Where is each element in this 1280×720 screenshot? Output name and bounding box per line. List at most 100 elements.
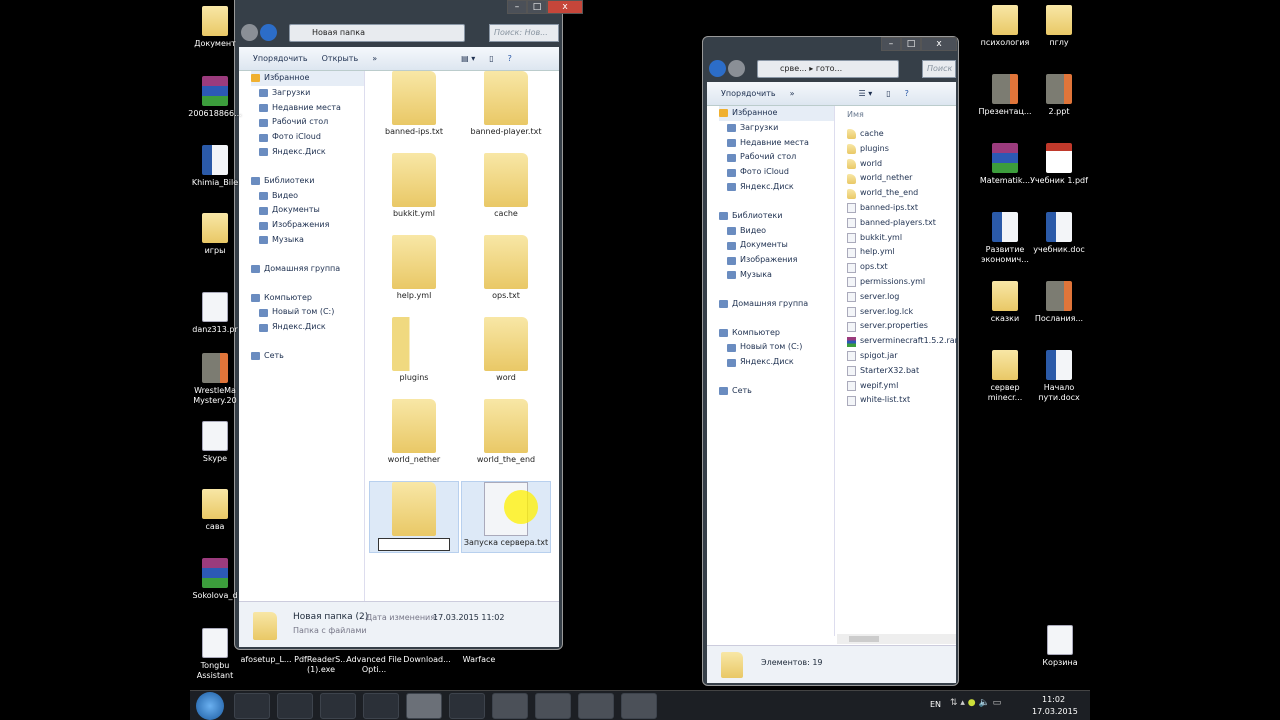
minimize-button[interactable]: – [881, 37, 901, 51]
language-indicator[interactable]: EN [930, 700, 941, 709]
taskbar-calculator[interactable] [363, 693, 399, 719]
nav-item[interactable]: Библиотеки [719, 209, 834, 224]
nav-item[interactable]: Яндекс.Диск [719, 355, 834, 370]
nav-item[interactable]: Музыка [251, 233, 364, 248]
nav-item[interactable]: Сеть [251, 349, 364, 364]
nav-item[interactable]: Недавние места [719, 136, 834, 151]
desktop-icon[interactable]: Sokolova_d [185, 558, 245, 601]
file-item[interactable]: banned-player.txt [461, 71, 551, 143]
desktop-icon[interactable]: учебник.doc [1029, 212, 1089, 255]
clock-time[interactable]: 11:02 [1042, 695, 1065, 704]
preview-pane-icon[interactable]: ▯ [489, 54, 493, 63]
nav-item[interactable]: Фото iCloud [719, 165, 834, 180]
desktop-icon[interactable]: игры [185, 213, 245, 256]
list-item[interactable]: banned-players.txt [847, 216, 958, 231]
desktop-icon[interactable]: 200618866... [185, 76, 245, 119]
list-item[interactable]: ops.txt [847, 260, 958, 275]
nav-item[interactable]: Библиотеки [251, 174, 364, 189]
nav-item[interactable]: Яндекс.Диск [719, 180, 834, 195]
taskbar-vk[interactable] [449, 693, 485, 719]
desktop-icon[interactable]: PdfReaderS... (1).exe [291, 655, 351, 675]
list-item[interactable]: cache [847, 127, 958, 142]
list-item[interactable]: world_the_end [847, 186, 958, 201]
list-item[interactable]: StarterX32.bat [847, 364, 958, 379]
nav-item[interactable]: Музыка [719, 268, 834, 283]
organize-button[interactable]: Упорядочить [721, 89, 776, 98]
desktop-icon[interactable]: WrestleMa Mystery.20 [185, 353, 245, 406]
recycle-bin-icon[interactable]: Корзина [1030, 625, 1090, 668]
file-item[interactable]: banned-ips.txt [369, 71, 459, 143]
desktop-icon[interactable]: Skype [185, 421, 245, 464]
list-item[interactable]: server.log.lck [847, 305, 958, 320]
nav-item[interactable]: Загрузки [251, 86, 364, 101]
minimize-button[interactable]: – [507, 0, 527, 14]
list-item[interactable]: server.properties [847, 319, 958, 334]
close-button[interactable]: x [547, 0, 583, 14]
more-button[interactable]: » [372, 54, 377, 63]
file-item[interactable]: word [461, 317, 551, 389]
nav-item[interactable]: Изображения [719, 253, 834, 268]
list-item[interactable]: serverminecraft1.5.2.rar [847, 334, 958, 349]
maximize-button[interactable]: □ [527, 0, 547, 14]
desktop-icon[interactable]: afosetup_L... [236, 655, 296, 665]
taskbar-utorrent[interactable] [320, 693, 356, 719]
file-item[interactable]: world_nether [369, 399, 459, 471]
list-item[interactable]: server.log [847, 290, 958, 305]
taskbar-minecraft-2[interactable] [621, 693, 657, 719]
address-bar[interactable]: срве... ▸ гото... [757, 60, 899, 78]
help-icon[interactable]: ? [508, 54, 512, 63]
nav-item[interactable]: Документы [719, 238, 834, 253]
desktop-icon[interactable]: Download... [397, 655, 457, 665]
back-button[interactable] [709, 60, 726, 77]
desktop-icon[interactable]: пглу [1029, 5, 1089, 48]
tray-icons[interactable]: ⇅ ▴ ● 🔈 ▭ [950, 698, 1001, 708]
desktop-icon[interactable]: Документ [185, 6, 245, 49]
file-item[interactable]: help.yml [369, 235, 459, 307]
nav-item[interactable]: Изображения [251, 218, 364, 233]
forward-button[interactable] [260, 24, 277, 41]
desktop-icon[interactable]: сервер minecr... [975, 350, 1035, 403]
list-item[interactable]: white-list.txt [847, 393, 958, 408]
desktop-icon[interactable]: сава [185, 489, 245, 532]
list-item[interactable]: world [847, 157, 958, 172]
list-item[interactable]: help.yml [847, 245, 958, 260]
preview-pane-icon[interactable]: ▯ [886, 89, 890, 98]
nav-item[interactable]: Недавние места [251, 101, 364, 116]
taskbar-skype[interactable] [492, 693, 528, 719]
list-item[interactable]: plugins [847, 142, 958, 157]
view-icon[interactable]: ▤ ▾ [461, 54, 475, 63]
nav-item[interactable]: Видео [719, 224, 834, 239]
rename-input[interactable] [378, 538, 450, 551]
desktop-icon[interactable]: Развитие экономич... [975, 212, 1035, 265]
view-icon[interactable]: ☰ ▾ [859, 89, 873, 98]
nav-item[interactable]: Компьютер [719, 326, 834, 341]
file-item[interactable]: Запуска сервера.txt [461, 481, 551, 553]
nav-item[interactable]: Избранное [719, 106, 834, 121]
nav-item[interactable]: Видео [251, 189, 364, 204]
nav-item[interactable]: Яндекс.Диск [251, 320, 364, 335]
desktop-icon[interactable]: Начало пути.docx [1029, 350, 1089, 403]
nav-item[interactable]: Яндекс.Диск [251, 145, 364, 160]
taskbar-yandex-browser[interactable] [578, 693, 614, 719]
nav-item[interactable]: Загрузки [719, 121, 834, 136]
nav-item[interactable]: Домашняя группа [251, 262, 364, 277]
nav-item[interactable]: Домашняя группа [719, 297, 834, 312]
address-bar[interactable]: Новая папка [289, 24, 465, 42]
desktop-icon[interactable]: сказки [975, 281, 1035, 324]
nav-item[interactable]: Новый том (C:) [251, 305, 364, 320]
maximize-button[interactable]: □ [901, 37, 921, 51]
start-button[interactable] [196, 692, 224, 720]
horizontal-scrollbar[interactable] [837, 634, 956, 644]
taskbar-explorer[interactable] [406, 693, 442, 719]
list-item[interactable]: permissions.yml [847, 275, 958, 290]
list-item[interactable]: world_nether [847, 171, 958, 186]
file-item[interactable]: cache [461, 153, 551, 225]
taskbar-media-player[interactable] [234, 693, 270, 719]
help-icon[interactable]: ? [905, 89, 909, 98]
nav-item[interactable]: Документы [251, 203, 364, 218]
list-item[interactable]: banned-ips.txt [847, 201, 958, 216]
file-item[interactable]: ops.txt [461, 235, 551, 307]
desktop-icon[interactable]: Advanced File Opti... [344, 655, 404, 675]
new-folder-rename[interactable] [369, 481, 459, 553]
nav-item[interactable]: Рабочий стол [251, 115, 364, 130]
